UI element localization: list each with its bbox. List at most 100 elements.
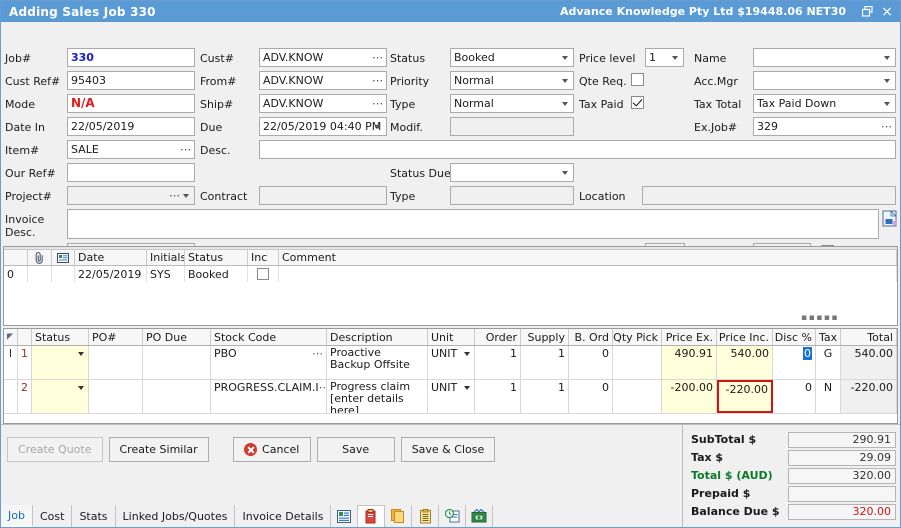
save-button[interactable]: Save <box>317 437 395 462</box>
items-col-total[interactable]: Total <box>841 329 897 345</box>
create-similar-button[interactable]: Create Similar <box>109 437 209 462</box>
item-price-ex-cell[interactable]: -200.00 <box>662 380 717 413</box>
items-col-description[interactable]: Description <box>327 329 428 345</box>
tax-total-field[interactable]: Tax Paid Down <box>753 94 896 113</box>
name-field[interactable] <box>753 48 896 67</box>
items-col-tax[interactable]: Tax <box>816 329 841 345</box>
items-col-price-ex[interactable]: Price Ex. <box>662 329 717 345</box>
comment-memo-cell[interactable] <box>52 266 75 282</box>
item-qty-pick-cell[interactable] <box>613 380 662 413</box>
clipboard-lines-icon[interactable] <box>412 505 439 527</box>
from-field[interactable]: ADV.KNOW <box>259 71 387 90</box>
comment-col-inc[interactable]: Inc <box>248 250 279 265</box>
comment-initials-cell[interactable]: SYS <box>147 266 185 282</box>
cancel-button[interactable]: Cancel <box>233 437 311 462</box>
clipboard-red-icon[interactable] <box>358 505 385 527</box>
table-row[interactable]: I 1 PBO ⋯ Proactive Backup Offsite UNIT … <box>4 346 897 380</box>
items-col-supply[interactable]: Supply <box>521 329 569 345</box>
type-field[interactable]: Normal <box>450 94 574 113</box>
comment-col-rownum[interactable] <box>4 250 28 265</box>
comment-inc-checkbox[interactable] <box>257 268 269 280</box>
items-col-stock-code[interactable]: Stock Code <box>211 329 327 345</box>
stock-code-lookup-icon[interactable]: ⋯ <box>319 381 327 394</box>
table-row[interactable]: 2 PROGRESS.CLAIM.I ⋯ Progress claim [ent… <box>4 380 897 414</box>
qte-req-checkbox[interactable] <box>631 73 644 86</box>
item-tax-cell[interactable]: N <box>816 380 841 413</box>
modif-field[interactable] <box>450 117 574 136</box>
comment-text-cell[interactable] <box>279 266 897 282</box>
ship-field[interactable]: ADV.KNOW <box>259 94 387 113</box>
items-col-price-inc[interactable]: Price Inc. <box>717 329 773 345</box>
items-col-b-ord[interactable]: B. Ord <box>569 329 613 345</box>
grid-splitter-grip[interactable]: ▪▪▪▪▪ <box>801 313 839 323</box>
comment-inc-cell[interactable] <box>248 266 279 282</box>
invoice-desc-field[interactable] <box>67 209 879 239</box>
cust-field[interactable]: ADV.KNOW <box>259 48 387 67</box>
item-b-ord-cell[interactable]: 0 <box>569 380 613 413</box>
item-description-cell[interactable]: Proactive Backup Offsite <box>327 346 428 379</box>
comment-date-cell[interactable]: 22/05/2019 <box>75 266 147 282</box>
priority-field[interactable]: Normal <box>450 71 574 90</box>
location-field[interactable] <box>642 186 896 205</box>
item-price-inc-cell[interactable]: -220.00 <box>717 380 773 413</box>
items-col-status[interactable]: Status <box>32 329 89 345</box>
items-col-order[interactable]: Order <box>475 329 521 345</box>
item-order-cell[interactable]: 1 <box>475 346 521 379</box>
item-disc-cell[interactable]: 0 <box>773 346 816 379</box>
items-col-qty-pick[interactable]: Qty Pick <box>613 329 662 345</box>
tab-stats[interactable]: Stats <box>72 505 115 527</box>
item-b-ord-cell[interactable]: 0 <box>569 346 613 379</box>
price-level-field[interactable]: 1 <box>645 48 684 67</box>
item-tax-cell[interactable]: G <box>816 346 841 379</box>
tab-job[interactable]: Job <box>1 505 33 527</box>
item-order-cell[interactable]: 1 <box>475 380 521 413</box>
item-no-field[interactable]: SALE <box>67 140 195 159</box>
item-supply-cell[interactable]: 1 <box>521 380 569 413</box>
item-unit-cell[interactable]: UNIT <box>428 346 475 379</box>
item-stock-code-cell[interactable]: PROGRESS.CLAIM.I ⋯ <box>211 380 327 413</box>
details-icon[interactable] <box>331 505 358 527</box>
status-field[interactable]: Booked <box>450 48 574 67</box>
comment-col-comment[interactable]: Comment <box>279 250 897 265</box>
item-unit-cell[interactable]: UNIT <box>428 380 475 413</box>
item-status-cell[interactable] <box>32 380 89 413</box>
status-due-field[interactable] <box>450 163 574 182</box>
memo-icon[interactable] <box>52 250 75 265</box>
acc-mgr-field[interactable] <box>753 71 896 90</box>
item-po-cell[interactable] <box>89 346 143 379</box>
stock-code-lookup-icon[interactable]: ⋯ <box>312 347 323 360</box>
attachment-icon[interactable] <box>28 250 52 265</box>
items-col-unit[interactable]: Unit <box>428 329 475 345</box>
tab-cost[interactable]: Cost <box>33 505 72 527</box>
ex-job-field[interactable]: 329 <box>753 117 896 136</box>
create-quote-button[interactable]: Create Quote <box>7 437 103 462</box>
items-col-disc[interactable]: Disc % <box>773 329 816 345</box>
cust-ref-field[interactable]: 95403 <box>67 71 195 90</box>
item-po-due-cell[interactable] <box>143 380 211 413</box>
item-status-cell[interactable] <box>32 346 89 379</box>
comment-status-cell[interactable]: Booked <box>185 266 248 282</box>
items-col-po-due[interactable]: PO Due <box>143 329 211 345</box>
copy-pages-icon[interactable] <box>385 505 412 527</box>
comment-col-date[interactable]: Date <box>75 250 147 265</box>
history-icon[interactable] <box>439 505 466 527</box>
money-box-icon[interactable] <box>466 505 493 527</box>
item-description-cell[interactable]: Progress claim [enter details here] <box>327 380 428 413</box>
due-field[interactable]: 22/05/2019 04:40 PM <box>259 117 387 136</box>
item-price-inc-cell[interactable]: 540.00 <box>717 346 773 379</box>
comment-col-status[interactable]: Status <box>185 250 248 265</box>
restore-icon[interactable] <box>856 1 878 22</box>
tax-paid-checkbox[interactable] <box>631 96 644 109</box>
comment-attachment-cell[interactable] <box>28 266 52 282</box>
our-ref-field[interactable] <box>67 163 195 182</box>
close-icon[interactable]: × <box>878 1 900 22</box>
item-po-due-cell[interactable] <box>143 346 211 379</box>
edit-note-icon[interactable] <box>882 210 899 227</box>
item-stock-code-cell[interactable]: PBO ⋯ <box>211 346 327 379</box>
item-po-cell[interactable] <box>89 380 143 413</box>
item-supply-cell[interactable]: 1 <box>521 346 569 379</box>
item-disc-cell[interactable]: 0 <box>773 380 816 413</box>
project-field[interactable] <box>67 186 195 205</box>
comment-row[interactable]: 0 22/05/2019 SYS Booked <box>4 266 897 283</box>
tab-linked-jobs-quotes[interactable]: Linked Jobs/Quotes <box>116 505 236 527</box>
